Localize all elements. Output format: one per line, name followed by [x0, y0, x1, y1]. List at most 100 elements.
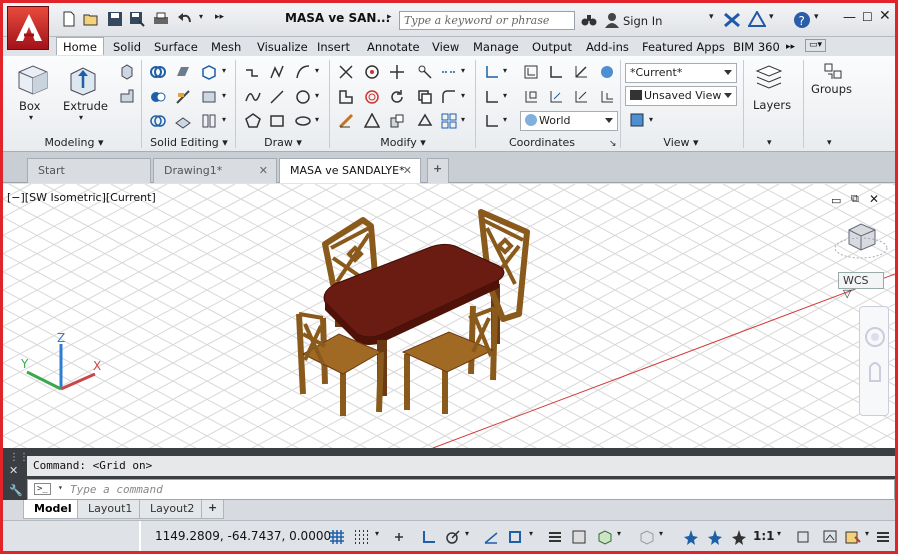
save-as-icon[interactable] — [129, 11, 145, 27]
ucs-dropdown[interactable]: World — [520, 111, 618, 131]
ellipse-icon[interactable] — [295, 113, 311, 129]
separate-dropdown-icon[interactable]: ▾ — [222, 91, 226, 100]
layers-icon[interactable] — [754, 62, 784, 92]
close-tab-icon[interactable]: ✕ — [403, 164, 412, 177]
isolate-objects-icon[interactable] — [823, 529, 839, 545]
sign-in-dropdown-icon[interactable]: ▾ — [709, 12, 714, 22]
ucs-icon[interactable] — [484, 64, 500, 80]
ribbon-minimize-icon[interactable]: ▭▾ — [805, 39, 827, 52]
command-input[interactable]: >_ ▾ Type a command — [27, 479, 895, 500]
infer-constraints-icon[interactable] — [393, 529, 409, 545]
stretch-icon[interactable] — [338, 89, 354, 105]
close-icon[interactable]: ✕ — [879, 8, 891, 24]
application-menu-button[interactable] — [7, 6, 49, 50]
new-layout-button[interactable]: + — [201, 500, 225, 519]
shell-icon[interactable] — [201, 113, 217, 129]
rectangle-icon[interactable] — [269, 113, 285, 129]
align-icon[interactable] — [389, 113, 405, 129]
close-tab-icon[interactable]: ✕ — [259, 164, 268, 177]
visual-style-dropdown[interactable]: *Current* — [625, 63, 737, 83]
file-tab-drawing1[interactable]: Drawing1* ✕ — [153, 158, 277, 183]
tab-output[interactable]: Output — [532, 38, 572, 56]
selection-cycling-icon[interactable] — [639, 529, 655, 545]
tab-surface[interactable]: Surface — [154, 38, 198, 56]
command-grip-icon[interactable]: ⋮⋮ — [9, 452, 29, 463]
ucs-x-dropdown-icon[interactable]: ▾ — [503, 115, 507, 124]
solid-edit-dropdown-icon[interactable]: ▾ — [222, 66, 226, 75]
named-view-dropdown[interactable]: Unsaved View — [625, 86, 737, 106]
object-snap-tracking-icon[interactable] — [507, 529, 523, 545]
undo-dropdown-icon[interactable]: ▾ — [199, 12, 203, 21]
scale-dropdown-icon[interactable]: ▾ — [777, 529, 793, 545]
snap-mode-icon[interactable] — [353, 529, 369, 545]
intersect-icon[interactable] — [150, 113, 166, 129]
tab-bim-360[interactable]: BIM 360 — [733, 38, 780, 56]
workspace-icon[interactable] — [795, 529, 811, 545]
sign-in-link[interactable]: Sign In — [623, 14, 662, 28]
ucs-x-icon[interactable] — [484, 113, 500, 129]
save-icon[interactable] — [107, 11, 123, 27]
3d-scale-icon[interactable] — [417, 64, 433, 80]
coordinate-readout[interactable]: 1149.2809, -64.7437, 0.0000 — [155, 529, 331, 543]
arc-icon[interactable] — [295, 64, 311, 80]
snap-dropdown-icon[interactable]: ▾ — [375, 529, 391, 545]
trim-icon[interactable] — [338, 64, 354, 80]
rotate-icon[interactable] — [389, 89, 405, 105]
extrude-button[interactable]: Extrude — [63, 99, 108, 113]
presspull-icon[interactable] — [119, 64, 135, 80]
ucs-face-icon[interactable] — [548, 89, 564, 105]
3d-polyline-icon[interactable] — [269, 64, 285, 80]
polar-tracking-icon[interactable] — [445, 529, 461, 545]
selection-dropdown-icon[interactable]: ▾ — [659, 529, 675, 545]
offset-dropdown-icon[interactable]: ▾ — [461, 91, 465, 100]
3d-array-icon[interactable] — [364, 89, 380, 105]
shell-dropdown-icon[interactable]: ▾ — [222, 115, 226, 124]
viewcube[interactable] — [834, 223, 888, 259]
tab-visualize[interactable]: Visualize — [257, 38, 308, 56]
layers-dropdown-icon[interactable]: ▾ — [767, 138, 772, 148]
ucs-origin-icon[interactable] — [548, 64, 564, 80]
ellipse-dropdown-icon[interactable]: ▾ — [315, 115, 319, 124]
grid-display-icon[interactable] — [329, 529, 345, 545]
plot-icon[interactable] — [153, 11, 169, 27]
coordinates-launcher-icon[interactable]: ↘ — [609, 139, 617, 149]
ucs-named-icon[interactable] — [523, 64, 539, 80]
box-icon[interactable] — [15, 62, 51, 96]
extrude-icon[interactable] — [65, 62, 101, 96]
viewport-minimize-icon[interactable]: ▭ — [831, 194, 841, 207]
spline-icon[interactable] — [245, 89, 261, 105]
polyline-icon[interactable] — [245, 64, 261, 80]
recent-commands-icon[interactable]: ▾ — [58, 483, 63, 492]
minimize-icon[interactable]: — — [843, 10, 856, 25]
line-icon[interactable] — [269, 89, 285, 105]
navigation-bar[interactable] — [859, 306, 889, 416]
fillet-dropdown-icon[interactable]: ▾ — [461, 66, 465, 75]
modify-panel-label[interactable]: Modify ▾ — [331, 136, 475, 151]
solid-editing-panel-label[interactable]: Solid Editing ▾ — [143, 136, 235, 151]
exchange-apps-icon[interactable] — [724, 12, 740, 28]
array-icon[interactable] — [441, 113, 457, 129]
tab-mesh[interactable]: Mesh — [211, 38, 241, 56]
viewport-configuration-icon[interactable] — [629, 112, 645, 128]
annotation-scale-icon[interactable] — [731, 529, 747, 545]
table[interactable] — [296, 209, 530, 416]
tab-manage[interactable]: Manage — [473, 38, 519, 56]
ucs-3point-dropdown-icon[interactable]: ▾ — [503, 91, 507, 100]
ucs-3point-icon[interactable] — [484, 89, 500, 105]
customization-menu-icon[interactable] — [875, 529, 891, 545]
groups-button[interactable]: Groups — [811, 82, 852, 96]
lineweight-icon[interactable] — [547, 529, 563, 545]
layout-tab-layout2[interactable]: Layout2 — [139, 500, 206, 519]
ucs-dropdown-icon[interactable]: ▾ — [503, 66, 507, 75]
ucs-previous-icon[interactable] — [599, 89, 615, 105]
model-space-canvas[interactable]: Z Y X — [3, 184, 895, 448]
tab-view[interactable]: View — [432, 38, 459, 56]
wcs-menu[interactable]: WCS ▽ — [838, 272, 884, 300]
file-tab-start[interactable]: Start — [27, 158, 151, 183]
separate-icon[interactable] — [201, 89, 217, 105]
offset-icon[interactable] — [441, 89, 457, 105]
3d-osnap-dropdown-icon[interactable]: ▾ — [617, 529, 633, 545]
draw-panel-label[interactable]: Draw ▾ — [237, 136, 329, 151]
tab-featured-apps[interactable]: Featured Apps — [642, 38, 725, 56]
isometric-drafting-icon[interactable] — [483, 529, 499, 545]
